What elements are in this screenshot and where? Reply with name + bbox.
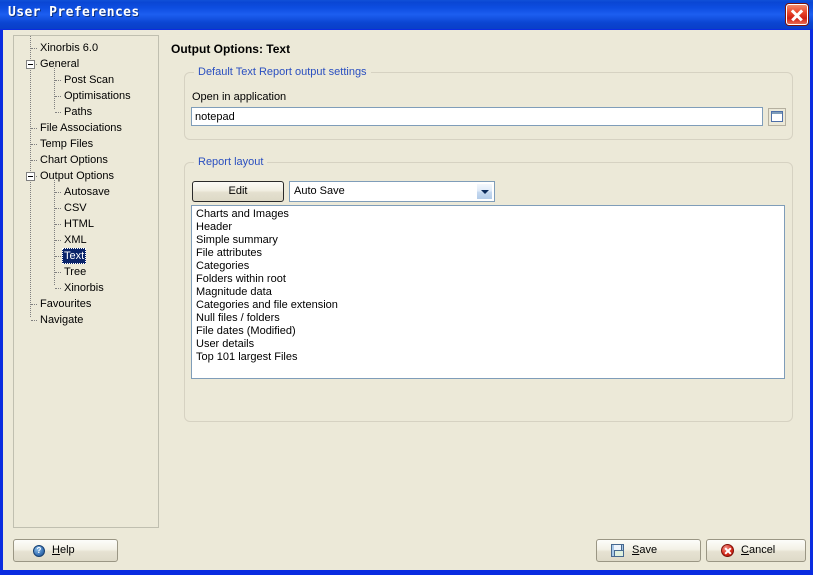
tree-item-output-options[interactable]: Output Options [14,168,158,184]
list-item[interactable]: Simple summary [192,234,784,247]
tree-connector-line [55,208,61,210]
floppy-disk-icon [611,544,624,557]
report-layout-legend: Report layout [194,156,268,168]
tree-item-label: Xinorbis 6.0 [40,42,99,54]
list-item[interactable]: Header [192,221,784,234]
tree-collapse-icon[interactable] [26,60,35,69]
tree-connector-line [55,272,61,274]
page-title: Output Options: Text [171,42,291,56]
list-item[interactable]: Folders within root [192,273,784,286]
tree-item-optimisations[interactable]: Optimisations [14,88,158,104]
list-item[interactable]: Null files / folders [192,312,784,325]
tree-item-label: Navigate [40,314,84,326]
default-output-settings-group: Default Text Report output settings [184,66,793,140]
window-body: Xinorbis 6.0 General Post Scan Optimisation… [3,30,810,570]
settings-tree[interactable]: Xinorbis 6.0 General Post Scan Optimisation… [13,35,159,528]
tree-item-label: Favourites [40,298,92,310]
window-title: User Preferences [8,5,140,20]
tree-item-autosave[interactable]: Autosave [14,184,158,200]
tree-item-temp-files[interactable]: Temp Files [14,136,158,152]
tree-item-post-scan[interactable]: Post Scan [14,72,158,88]
tree-item-label: CSV [64,202,87,214]
tree-connector-line [55,256,61,258]
tree-connector-line [55,288,61,290]
open-in-application-label: Open in application [192,91,287,103]
tree-item-label: File Associations [40,122,122,134]
preset-select-value: Auto Save [294,185,345,197]
list-item[interactable]: Categories and file extension [192,299,784,312]
list-item[interactable]: File attributes [192,247,784,260]
list-item[interactable]: User details [192,338,784,351]
tree-connector-line [55,240,61,242]
tree-item-label: Post Scan [64,74,115,86]
save-button-label: Save [632,544,658,556]
tree-connector-line [31,160,37,162]
tree-item-label: Chart Options [40,154,108,166]
tree-item-favourites[interactable]: Favourites [14,296,158,312]
tree-item-xml[interactable]: XML [14,232,158,248]
tree-item-file-associations[interactable]: File Associations [14,120,158,136]
cancel-button-label: Cancel [741,544,776,556]
tree-item-xinorbis[interactable]: Xinorbis [14,280,158,296]
tree-connector-line [31,304,37,306]
tree-connector-line [55,112,61,114]
help-question-icon [33,545,45,557]
tree-item-xinorbis-6-0[interactable]: Xinorbis 6.0 [14,40,158,56]
tree-item-label: Paths [64,106,93,118]
list-item[interactable]: Charts and Images [192,208,784,221]
tree-item-label: Tree [64,266,87,278]
tree-item-paths[interactable]: Paths [14,104,158,120]
tree-item-text[interactable]: Text [14,248,158,264]
help-button[interactable]: Help [13,539,118,562]
list-item[interactable]: Magnitude data [192,286,784,299]
tree-item-label: HTML [64,218,94,230]
settings-content-pane: Output Options: Text Default Text Report… [166,35,801,528]
tree-item-tree[interactable]: Tree [14,264,158,280]
tree-connector-line [31,144,37,146]
edit-button[interactable]: Edit [192,181,284,202]
tree-connector-line [55,192,61,194]
close-icon[interactable] [786,4,808,25]
tree-item-label: Optimisations [64,90,131,102]
tree-item-label: Xinorbis [64,282,104,294]
default-output-settings-legend: Default Text Report output settings [194,66,371,78]
cancel-button[interactable]: Cancel [706,539,806,562]
tree-item-label: Text [62,248,87,264]
tree-connector-line [31,320,37,322]
tree-collapse-icon[interactable] [26,172,35,181]
tree-connector-line [55,80,61,82]
tree-connector-line [55,224,61,226]
tree-item-navigate[interactable]: Navigate [14,312,158,328]
report-layout-listbox[interactable]: Charts and Images Header Simple summary Fil… [191,205,785,379]
preset-select[interactable]: Auto Save [289,181,495,202]
cancel-circle-icon [721,544,734,557]
list-item[interactable]: Categories [192,260,784,273]
title-bar: User Preferences [0,0,813,30]
browse-folder-icon[interactable] [768,108,786,126]
tree-item-label: General [40,58,80,70]
list-item[interactable]: Top 101 largest Files [192,351,784,364]
tree-item-label: XML [64,234,87,246]
list-item[interactable]: File dates (Modified) [192,325,784,338]
tree-connector-line [31,48,37,50]
tree-item-chart-options[interactable]: Chart Options [14,152,158,168]
tree-item-label: Output Options [40,170,114,182]
open-in-application-input[interactable] [191,107,763,126]
tree-connector-line [55,96,61,98]
tree-item-general[interactable]: General [14,56,158,72]
chevron-down-icon[interactable] [476,183,493,200]
user-preferences-window: User Preferences Xinorbis 6.0 General Post… [0,0,813,575]
tree-item-label: Temp Files [40,138,94,150]
tree-connector-line [31,128,37,130]
help-button-label: Help [52,544,75,556]
dialog-footer: Help Save Cancel [3,528,810,570]
tree-item-label: Autosave [64,186,110,198]
save-button[interactable]: Save [596,539,701,562]
tree-item-csv[interactable]: CSV [14,200,158,216]
tree-item-html[interactable]: HTML [14,216,158,232]
